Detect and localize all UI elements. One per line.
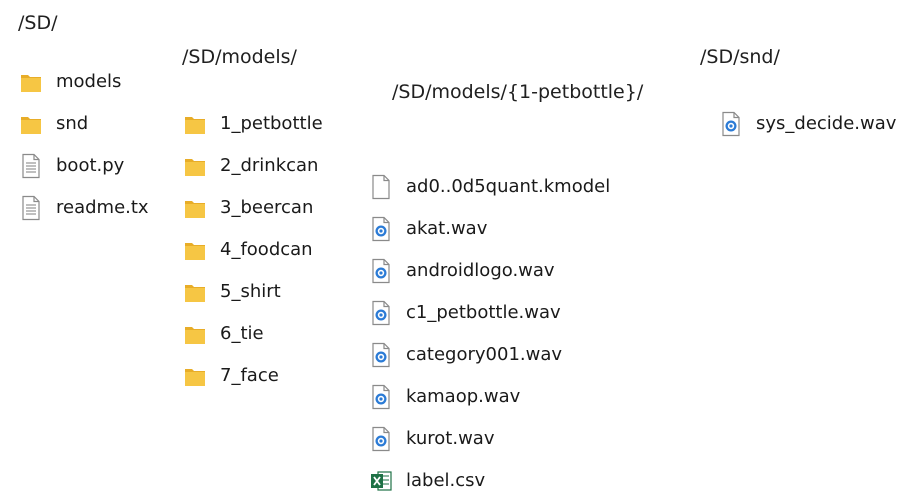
folder-icon [184, 321, 206, 347]
file-item[interactable]: c1_petbottle.wav [370, 292, 610, 334]
file-item[interactable]: kurot.wav [370, 418, 610, 460]
snd-file-list: sys_decide.wav [720, 103, 896, 145]
file-item[interactable]: sys_decide.wav [720, 103, 896, 145]
file-item[interactable]: readme.tx [20, 187, 149, 229]
folder-icon [184, 153, 206, 179]
file-item[interactable]: kamaop.wav [370, 376, 610, 418]
file-item[interactable]: androidlogo.wav [370, 250, 610, 292]
file-item[interactable]: 7_face [184, 355, 323, 397]
file-name: readme.tx [56, 197, 149, 218]
root-file-list: models snd boot.py readme.tx [20, 61, 149, 229]
file-name: 3_beercan [220, 197, 314, 218]
audio-file-icon [370, 300, 392, 326]
folder-icon [20, 69, 42, 95]
file-item[interactable]: snd [20, 103, 149, 145]
path-models: /SD/models/ [182, 46, 297, 68]
folder-icon [184, 279, 206, 305]
audio-file-icon [370, 342, 392, 368]
file-name: label.csv [406, 470, 486, 491]
file-name: akat.wav [406, 218, 488, 239]
audio-file-icon [370, 216, 392, 242]
audio-file-icon [370, 384, 392, 410]
blank-file-icon [370, 174, 392, 200]
file-item[interactable]: 3_beercan [184, 187, 323, 229]
folder-icon [184, 195, 206, 221]
file-item[interactable]: 5_shirt [184, 271, 323, 313]
file-name: ad0..0d5quant.kmodel [406, 176, 611, 197]
text-file-icon [20, 153, 42, 179]
file-name: category001.wav [406, 344, 563, 365]
file-name: 2_drinkcan [220, 155, 319, 176]
file-item[interactable]: akat.wav [370, 208, 610, 250]
path-petbottle: /SD/models/{1-petbottle}/ [392, 81, 644, 103]
file-name: c1_petbottle.wav [406, 302, 561, 323]
models-file-list: 1_petbottle 2_drinkcan 3_beercan 4_foodcan 5… [184, 103, 323, 397]
file-item[interactable]: ad0..0d5quant.kmodel [370, 166, 610, 208]
file-name: snd [56, 113, 89, 134]
folder-icon [20, 111, 42, 137]
petbottle-file-list: ad0..0d5quant.kmodel akat.wav androidlogo.… [370, 166, 610, 502]
file-name: models [56, 71, 122, 92]
text-file-icon [20, 195, 42, 221]
file-name: 6_tie [220, 323, 264, 344]
folder-icon [184, 363, 206, 389]
file-name: 5_shirt [220, 281, 281, 302]
folder-icon [184, 237, 206, 263]
file-item[interactable]: models [20, 61, 149, 103]
file-name: kurot.wav [406, 428, 495, 449]
path-snd: /SD/snd/ [700, 46, 780, 68]
file-item[interactable]: 4_foodcan [184, 229, 323, 271]
folder-icon [184, 111, 206, 137]
file-name: kamaop.wav [406, 386, 521, 407]
file-name: 4_foodcan [220, 239, 313, 260]
file-name: 7_face [220, 365, 279, 386]
file-item[interactable]: 1_petbottle [184, 103, 323, 145]
path-root: /SD/ [18, 12, 58, 34]
file-name: boot.py [56, 155, 125, 176]
audio-file-icon [720, 111, 742, 137]
file-item[interactable]: 2_drinkcan [184, 145, 323, 187]
excel-file-icon [370, 468, 392, 494]
file-name: 1_petbottle [220, 113, 323, 134]
audio-file-icon [370, 258, 392, 284]
audio-file-icon [370, 426, 392, 452]
file-item[interactable]: boot.py [20, 145, 149, 187]
file-item[interactable]: label.csv [370, 460, 610, 502]
file-item[interactable]: 6_tie [184, 313, 323, 355]
file-name: sys_decide.wav [756, 113, 897, 134]
file-item[interactable]: category001.wav [370, 334, 610, 376]
file-name: androidlogo.wav [406, 260, 555, 281]
